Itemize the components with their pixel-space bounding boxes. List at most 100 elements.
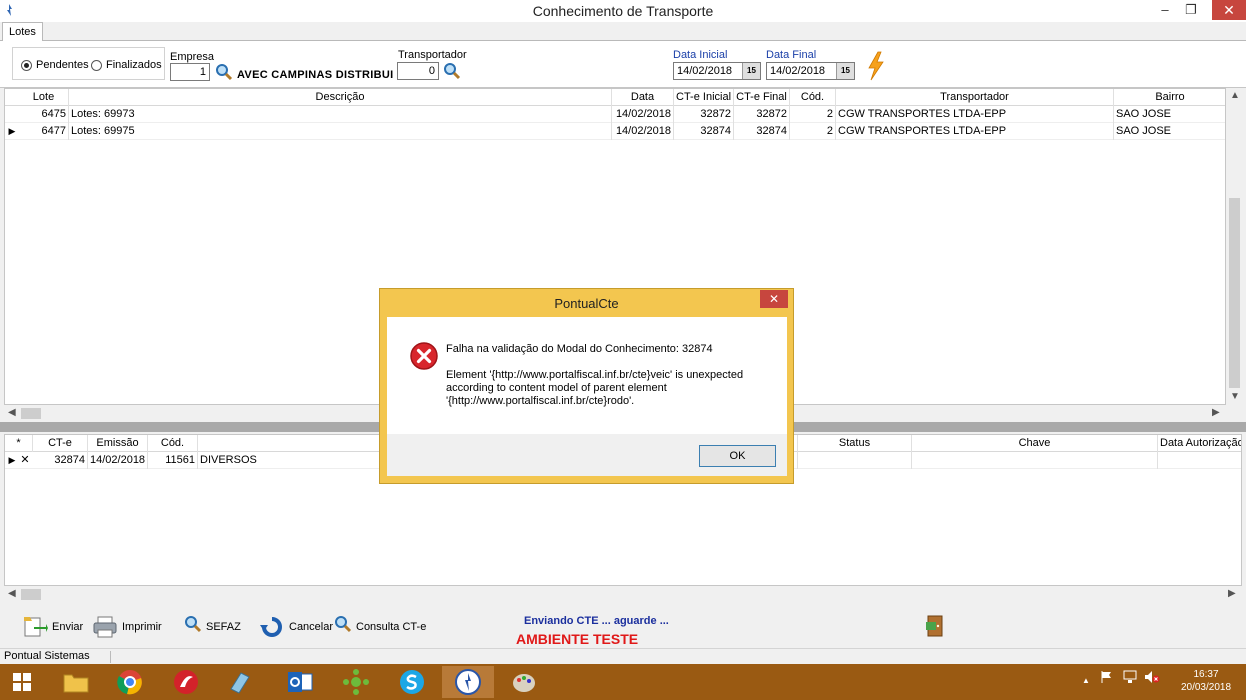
scroll-thumb[interactable] — [1229, 198, 1240, 388]
status-text: Pontual Sistemas — [4, 650, 90, 662]
action-center-flag-icon[interactable] — [1100, 670, 1114, 687]
taskbar-app-red[interactable] — [160, 666, 212, 698]
col-cte-final[interactable]: CT-e Final — [734, 89, 790, 106]
taskbar-skype[interactable] — [386, 666, 438, 698]
maximize-button[interactable]: ❐ — [1178, 0, 1204, 20]
app-red-icon — [174, 670, 198, 694]
tab-strip: Lotes — [0, 22, 1246, 41]
status-radio-group: Pendentes Finalizados — [12, 47, 165, 80]
col-descricao[interactable]: Descrição — [69, 89, 612, 106]
imprimir-button[interactable]: Imprimir — [92, 614, 162, 640]
col-cod[interactable]: Cód. — [148, 435, 198, 452]
tray-expand-icon[interactable]: ▲ — [1082, 676, 1090, 685]
data-final-field[interactable]: 14/02/2018 15 — [766, 62, 855, 80]
scroll-right-icon[interactable]: ▶ — [1228, 588, 1236, 599]
scroll-left-icon[interactable]: ◀ — [8, 588, 16, 599]
radio-finalizados[interactable]: Finalizados — [91, 59, 162, 71]
calendar-icon[interactable]: 15 — [836, 63, 854, 79]
col-lote[interactable]: Lote — [19, 89, 69, 106]
scroll-right-icon[interactable]: ▶ — [1212, 407, 1220, 418]
cell-data-autorizacao — [1158, 452, 1241, 469]
dialog-title: PontualCte — [554, 296, 619, 311]
sending-status: Enviando CTE ... aguarde ... — [524, 615, 669, 627]
empresa-name: AVEC CAMPINAS DISTRIBUI — [237, 69, 394, 81]
lotes-grid-header: Lote Descrição Data CT-e Inicial CT-e Fi… — [5, 89, 1225, 106]
taskbar-app-notebook[interactable] — [214, 666, 266, 698]
consulta-cte-label: Consulta CT-e — [356, 621, 427, 633]
taskbar-paint[interactable] — [498, 666, 550, 698]
col-bairro[interactable]: Bairro — [1114, 89, 1225, 106]
data-inicial-field[interactable]: 14/02/2018 15 — [673, 62, 761, 80]
error-dialog: PontualCte ✕ Falha na validação do Modal… — [379, 288, 794, 484]
sefaz-button[interactable]: SEFAZ — [184, 614, 241, 640]
tab-lotes[interactable]: Lotes — [2, 22, 43, 41]
dialog-close-button[interactable]: ✕ — [760, 290, 788, 308]
search-icon — [334, 615, 352, 639]
scroll-up-icon[interactable]: ▲ — [1230, 90, 1240, 101]
dialog-footer: OK — [387, 434, 787, 476]
radio-dot — [21, 59, 32, 71]
transportador-field[interactable]: 0 — [397, 62, 439, 80]
clock-date: 20/03/2018 — [1180, 682, 1232, 693]
imprimir-label: Imprimir — [122, 621, 162, 633]
network-app-icon — [343, 669, 369, 695]
data-inicial-value: 14/02/2018 — [677, 65, 733, 77]
taskbar-pontualcte[interactable] — [442, 666, 494, 698]
minimize-button[interactable]: – — [1152, 0, 1178, 20]
consulta-cte-button[interactable]: Consulta CT-e — [334, 614, 426, 640]
col-cod[interactable]: Cód. — [790, 89, 836, 106]
transportador-search-icon[interactable] — [443, 62, 461, 80]
taskbar-app-green[interactable] — [330, 666, 382, 698]
col-data[interactable]: Data — [612, 89, 674, 106]
cell-bairro: SAO JOSE — [1114, 106, 1225, 123]
ok-button[interactable]: OK — [699, 445, 776, 467]
table-row[interactable]: ▶ 6477 Lotes: 69975 14/02/2018 32874 328… — [5, 123, 1225, 140]
col-status[interactable]: Status — [798, 435, 912, 452]
cell-cte-inicial: 32874 — [674, 123, 734, 140]
cell-transportador: CGW TRANSPORTES LTDA-EPP — [836, 106, 1114, 123]
col-cte[interactable]: CT-e — [33, 435, 88, 452]
scroll-down-icon[interactable]: ▼ — [1230, 391, 1240, 402]
start-button[interactable] — [0, 666, 44, 698]
calendar-icon[interactable]: 15 — [742, 63, 760, 79]
lightning-icon[interactable] — [866, 51, 886, 81]
chrome-icon — [117, 670, 142, 695]
col-cte-inicial[interactable]: CT-e Inicial — [674, 89, 734, 106]
cte-horizontal-scrollbar[interactable]: ◀ ▶ — [4, 586, 1243, 603]
windows-logo-icon — [13, 673, 31, 691]
taskbar-file-explorer[interactable] — [50, 666, 102, 698]
cancelar-button[interactable]: Cancelar — [259, 614, 333, 640]
taskbar-clock[interactable]: 16:37 20/03/2018 — [1170, 668, 1242, 694]
scroll-thumb[interactable] — [21, 589, 41, 600]
taskbar-outlook[interactable] — [274, 666, 326, 698]
cell-cod: 11561 — [148, 452, 198, 469]
cell-cte-final: 32874 — [734, 123, 790, 140]
error-icon — [409, 341, 439, 371]
scroll-left-icon[interactable]: ◀ — [8, 407, 16, 418]
lotes-vertical-scrollbar[interactable]: ▲ ▼ — [1226, 88, 1243, 405]
empresa-field[interactable]: 1 — [170, 63, 210, 81]
col-data-autorizacao[interactable]: Data Autorização t — [1158, 435, 1241, 452]
empresa-search-icon[interactable] — [215, 63, 233, 81]
col-chave[interactable]: Chave — [912, 435, 1158, 452]
dialog-message-detail: Element '{http://www.portalfiscal.inf.br… — [446, 369, 744, 407]
radio-pendentes[interactable]: Pendentes — [21, 59, 89, 71]
undo-icon — [259, 615, 285, 639]
exit-door-icon[interactable] — [923, 614, 947, 638]
taskbar-chrome[interactable] — [104, 666, 156, 698]
close-button[interactable]: ✕ — [1212, 0, 1246, 20]
data-final-label: Data Final — [766, 49, 817, 61]
cell-status — [798, 452, 912, 469]
volume-muted-icon[interactable] — [1144, 670, 1160, 687]
window-title: Conhecimento de Transporte — [532, 3, 714, 19]
col-transportador[interactable]: Transportador — [836, 89, 1114, 106]
table-row[interactable]: 6475 Lotes: 69973 14/02/2018 32872 32872… — [5, 106, 1225, 123]
enviar-button[interactable]: Enviar — [22, 614, 83, 640]
cell-descricao: Lotes: 69973 — [69, 106, 612, 123]
scroll-thumb[interactable] — [21, 408, 41, 419]
cell-chave — [912, 452, 1158, 469]
col-emissao[interactable]: Emissão — [88, 435, 148, 452]
cell-lote: 6477 — [19, 123, 69, 140]
network-icon[interactable] — [1122, 670, 1138, 687]
cell-lote: 6475 — [19, 106, 69, 123]
